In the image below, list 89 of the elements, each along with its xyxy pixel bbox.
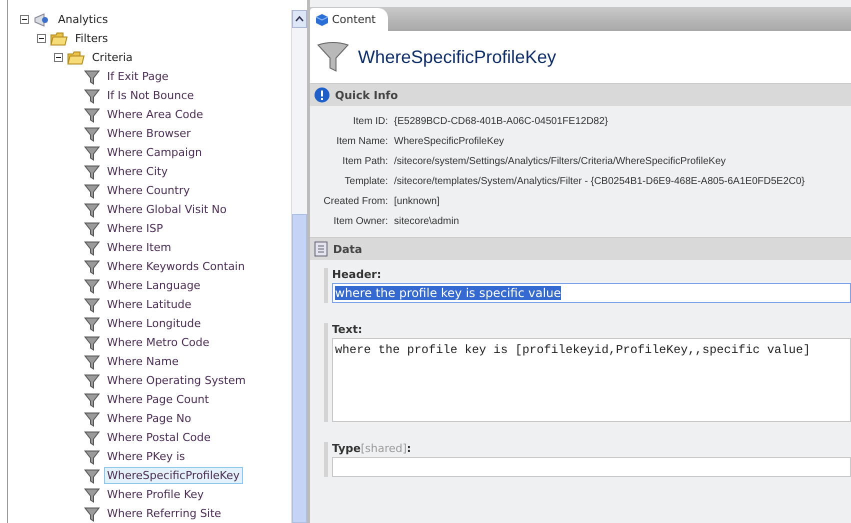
tree-item[interactable]: Where Item [104,239,174,256]
funnel-icon [84,372,100,388]
funnel-icon [84,258,100,274]
content-tab[interactable]: Content [310,8,388,31]
tree-item[interactable]: Where PKey is [104,448,188,465]
info-value: [unknown] [394,196,441,207]
info-icon [314,87,330,103]
tree-item[interactable]: Where ISP [104,220,166,237]
funnel-icon [84,126,100,142]
tree-item[interactable]: Where Global Visit No [104,201,230,218]
section-header[interactable]: Data [310,237,851,260]
label-colon: : [406,442,412,455]
tree-item[interactable]: Where Browser [104,125,194,142]
tree-item[interactable]: Where Page No [104,410,194,427]
funnel-icon [84,506,100,522]
funnel-icon [84,296,100,312]
tree-item[interactable]: Where Referring Site [104,505,224,522]
tree-item[interactable]: Where Latitude [104,296,194,313]
folder-icon [50,30,68,46]
scroll-thumb[interactable] [292,214,307,523]
scroll-up-button[interactable] [292,10,307,28]
collapse-toggle[interactable] [20,15,29,24]
text-area[interactable]: where the profile key is [profilekeyid,ProfileKey,,specific value] [332,338,851,422]
funnel-icon [84,220,100,236]
funnel-icon [84,316,100,332]
info-label: Item ID: [352,116,388,127]
tree-item[interactable]: Where Area Code [104,106,206,123]
tree-item[interactable]: If Exit Page [104,68,172,85]
megaphone-icon [33,12,51,28]
tree-item[interactable]: Where Profile Key [104,486,207,503]
document-icon [314,241,328,257]
input-field[interactable]: where the profile key is specific value [332,283,851,303]
funnel-icon [84,468,100,484]
funnel-icon [84,278,100,294]
funnel-icon [84,182,100,198]
info-label: Item Owner: [332,216,388,227]
info-label: Template: [344,176,388,187]
tree-item[interactable]: Where City [104,163,171,180]
info-value: /sitecore/system/Settings/Analytics/Filters/Criteria/WhereSpecificProfileKey [394,156,727,167]
info-value: {E5289BCD-CD68-401B-A06C-04501FE12D82} [394,116,610,127]
funnel-icon [84,448,100,464]
collapse-toggle[interactable] [37,34,46,43]
tree-item[interactable]: WhereSpecificProfileKey [104,467,243,484]
info-label: Item Name: [335,136,388,147]
tree-item[interactable]: Where Postal Code [104,429,214,446]
funnel-icon [84,144,100,160]
info-value: WhereSpecificProfileKey [394,136,506,147]
info-label: Created From: [322,196,388,207]
scrollbar[interactable] [291,10,307,523]
input-field[interactable] [332,457,851,477]
info-label: Item Path: [341,156,388,167]
item-title: WhereSpecificProfileKey [358,46,556,68]
info-value: sitecore\admin [394,216,460,227]
tree-item[interactable]: Where Metro Code [104,334,212,351]
funnel-icon [84,202,100,218]
funnel-icon [84,392,100,408]
collapse-toggle[interactable] [54,53,63,62]
shared-note: [shared] [360,442,407,455]
funnel-icon [84,430,100,446]
tree-item[interactable]: Where Operating System [104,372,249,389]
info-value: /sitecore/templates/System/Analytics/Filter - {CB0254B1-D6E9-468E-A805-6A1E0FD5E2C0} [394,176,806,187]
tree-item[interactable]: Where Name [104,353,182,370]
funnel-icon [84,486,100,502]
funnel-icon [84,354,100,370]
tree-item[interactable]: Analytics [55,11,111,28]
section-header[interactable]: Quick Info [310,83,851,106]
funnel-icon [84,334,100,350]
funnel-icon [84,240,100,256]
funnel-icon [316,40,350,74]
tree-item[interactable]: Where Longitude [104,315,204,332]
cube-icon [315,12,329,26]
funnel-icon [84,164,100,180]
tree-item[interactable]: Filters [72,30,111,47]
field-label: Text: [332,323,362,336]
tree-item[interactable]: Where Country [104,182,193,199]
caret-up-icon [295,16,304,22]
funnel-icon [84,410,100,426]
tree-item[interactable]: Where Campaign [104,144,206,161]
tree-item[interactable]: Where Page Count [104,391,212,408]
tree-item[interactable]: If Is Not Bounce [104,87,197,104]
tree-item[interactable]: Where Keywords Contain [104,258,248,275]
folder-icon [67,50,85,66]
field-label: Type [332,442,361,455]
tree-item[interactable]: Where Language [104,277,204,294]
tree-item[interactable]: Criteria [89,49,136,66]
funnel-icon [84,106,100,122]
field-label: Header: [332,268,382,281]
funnel-icon [84,68,100,84]
funnel-icon [84,88,100,104]
